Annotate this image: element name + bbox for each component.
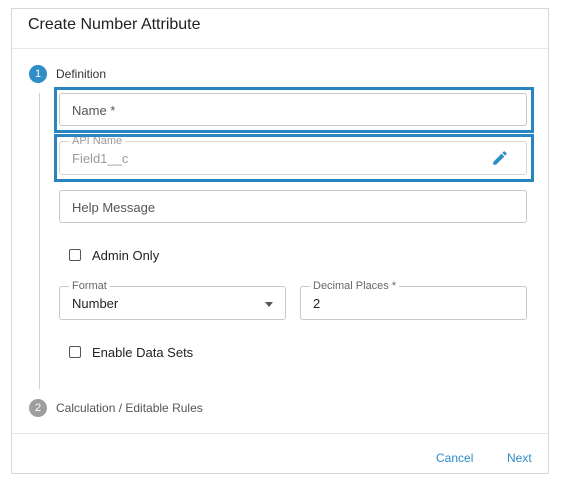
help-message-placeholder: Help Message (72, 200, 156, 215)
enable-data-sets-label: Enable Data Sets (92, 345, 194, 360)
decimal-places-label: Decimal Places * (310, 280, 400, 292)
decimal-places-value: 2 (313, 296, 321, 311)
help-message-field[interactable]: Help Message (59, 190, 527, 223)
admin-only-checkbox[interactable] (69, 249, 81, 261)
footer-divider (12, 433, 548, 434)
step-2-label[interactable]: Calculation / Editable Rules (56, 401, 203, 415)
header-divider (12, 48, 548, 49)
next-button[interactable]: Next (507, 451, 532, 465)
format-value: Number (72, 296, 119, 311)
step-1-indicator: 1 (29, 65, 47, 83)
decimal-places-field[interactable]: Decimal Places * 2 (300, 280, 527, 320)
enable-data-sets-checkbox[interactable] (69, 346, 81, 358)
step-1-label: Definition (56, 67, 107, 81)
format-select[interactable]: Format Number (59, 280, 286, 320)
dialog-title: Create Number Attribute (28, 16, 201, 33)
create-number-attribute-dialog: Create Number Attribute 1 Definition Nam… (11, 8, 549, 474)
step-2-indicator: 2 (29, 399, 47, 417)
format-label: Format (69, 280, 110, 292)
caret-down-icon[interactable] (265, 302, 273, 307)
api-name-field-highlight (54, 134, 534, 182)
step-connector-line (39, 93, 40, 389)
admin-only-label: Admin Only (92, 248, 160, 263)
cancel-button[interactable]: Cancel (436, 451, 473, 465)
name-field-highlight (54, 87, 534, 133)
